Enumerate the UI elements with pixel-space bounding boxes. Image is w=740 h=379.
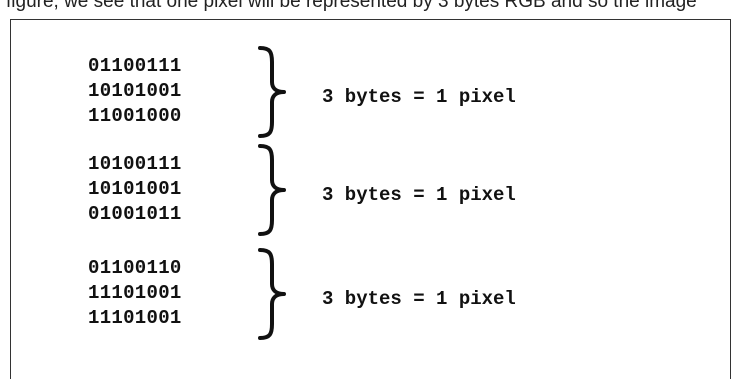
byte-list: 10100111 10101001 01001011 — [88, 152, 182, 227]
byte-list: 01100111 10101001 11001000 — [88, 54, 182, 129]
curly-brace-icon — [258, 46, 286, 138]
byte-group-2: 10100111 10101001 01001011 3 bytes = 1 p… — [0, 144, 720, 242]
byte-value: 11001000 — [88, 105, 182, 127]
pixel-label: 3 bytes = 1 pixel — [322, 86, 516, 108]
pixel-label: 3 bytes = 1 pixel — [322, 184, 516, 206]
byte-value: 10101001 — [88, 80, 182, 102]
figure-caption: figure, we see that one pixel will be re… — [6, 0, 697, 12]
curly-brace-icon — [258, 144, 286, 236]
pixel-label: 3 bytes = 1 pixel — [322, 288, 516, 310]
byte-value: 10100111 — [88, 153, 182, 175]
byte-group-1: 01100111 10101001 11001000 3 bytes = 1 p… — [0, 46, 720, 144]
byte-value: 01001011 — [88, 203, 182, 225]
byte-value: 11101001 — [88, 282, 182, 304]
byte-value: 01100110 — [88, 257, 182, 279]
byte-value: 11101001 — [88, 307, 182, 329]
curly-brace-icon — [258, 248, 286, 340]
byte-group-3: 01100110 11101001 11101001 3 bytes = 1 p… — [0, 248, 720, 346]
byte-value: 01100111 — [88, 55, 182, 77]
byte-list: 01100110 11101001 11101001 — [88, 256, 182, 331]
byte-value: 10101001 — [88, 178, 182, 200]
